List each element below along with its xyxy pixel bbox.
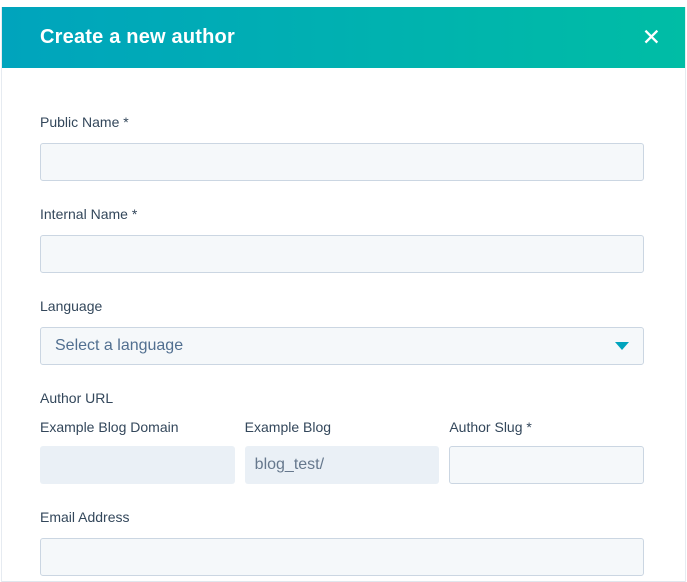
email-address-input[interactable]: [40, 538, 644, 576]
language-select-value: Select a language: [55, 337, 183, 355]
internal-name-label: Internal Name *: [40, 206, 644, 223]
email-address-group: Email Address: [40, 509, 644, 576]
public-name-input[interactable]: [40, 143, 644, 181]
modal-body: Public Name * Internal Name * Language S…: [2, 68, 685, 576]
author-slug-col: Author Slug *: [449, 419, 644, 484]
author-url-label: Author URL: [40, 390, 644, 407]
example-blog-input: [245, 446, 440, 484]
author-slug-input[interactable]: [449, 446, 644, 484]
internal-name-group: Internal Name *: [40, 206, 644, 273]
author-url-row: Example Blog Domain Example Blog Author …: [40, 419, 644, 484]
public-name-group: Public Name *: [40, 114, 644, 181]
example-blog-col: Example Blog: [245, 419, 440, 484]
chevron-down-icon: [615, 342, 629, 350]
example-blog-domain-col: Example Blog Domain: [40, 419, 235, 484]
public-name-label: Public Name *: [40, 114, 644, 131]
modal-title: Create a new author: [40, 26, 235, 49]
language-select[interactable]: Select a language: [40, 327, 644, 365]
email-address-label: Email Address: [40, 509, 644, 526]
close-icon[interactable]: ✕: [638, 24, 665, 51]
example-blog-domain-input: [40, 446, 235, 484]
modal-header: Create a new author ✕: [2, 7, 685, 68]
language-group: Language Select a language: [40, 298, 644, 365]
example-blog-domain-label: Example Blog Domain: [40, 419, 235, 436]
author-slug-label: Author Slug *: [449, 419, 644, 436]
example-blog-label: Example Blog: [245, 419, 440, 436]
create-author-modal: Create a new author ✕ Public Name * Inte…: [1, 7, 686, 582]
author-url-group: Author URL Example Blog Domain Example B…: [40, 390, 644, 484]
internal-name-input[interactable]: [40, 235, 644, 273]
language-label: Language: [40, 298, 644, 315]
